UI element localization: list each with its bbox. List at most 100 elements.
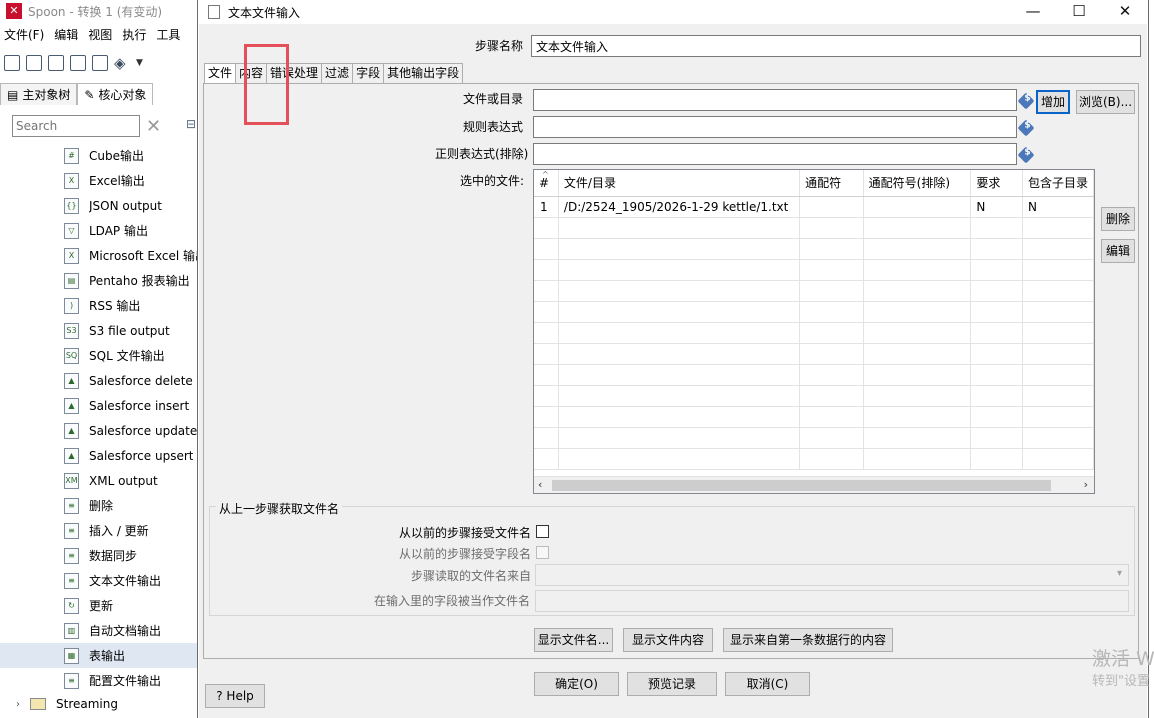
menu-run[interactable]: 执行 — [122, 26, 146, 46]
table-cell[interactable] — [970, 259, 1023, 281]
tree-item[interactable]: XM XML output — [0, 468, 200, 493]
tree-item[interactable]: X Microsoft Excel 输出 — [0, 243, 200, 268]
tree-item[interactable]: ≡ 配置文件输出 — [0, 668, 200, 693]
tree-item[interactable]: ▲ Salesforce insert — [0, 393, 200, 418]
show-first-row-content-button[interactable]: 显示来自第一条数据行的内容 — [723, 628, 893, 652]
tree-item[interactable]: ) RSS 输出 — [0, 293, 200, 318]
tree-item[interactable]: ▲ Salesforce delete — [0, 368, 200, 393]
table-row[interactable] — [534, 427, 1094, 449]
table-cell[interactable] — [558, 301, 801, 323]
column-header-include-subfolders[interactable]: 包含子目录 — [1022, 170, 1094, 197]
tab-filter[interactable]: 过滤 — [321, 63, 354, 84]
tree-item[interactable]: S3 S3 file output — [0, 318, 200, 343]
table-cell[interactable] — [1022, 385, 1094, 407]
table-cell[interactable] — [863, 448, 972, 470]
table-row[interactable] — [534, 385, 1094, 407]
table-cell[interactable] — [534, 448, 559, 470]
table-cell[interactable] — [534, 217, 559, 239]
table-cell[interactable] — [970, 343, 1023, 365]
step-source-select[interactable]: ▾ — [535, 564, 1129, 586]
minimize-icon[interactable]: — — [1010, 0, 1056, 22]
table-cell[interactable] — [799, 385, 864, 407]
table-cell[interactable] — [558, 427, 801, 449]
scrollbar-thumb[interactable] — [552, 480, 1051, 491]
table-cell[interactable] — [799, 238, 864, 260]
tree-item[interactable]: ▲ Salesforce upsert — [0, 443, 200, 468]
tree-item[interactable]: ↻ 更新 — [0, 593, 200, 618]
table-cell[interactable] — [534, 364, 559, 386]
table-cell[interactable] — [970, 448, 1023, 470]
table-cell[interactable] — [799, 406, 864, 428]
table-cell[interactable] — [1022, 343, 1094, 365]
table-cell[interactable] — [558, 364, 801, 386]
tab-core-objects[interactable]: ✎ 核心对象 — [77, 83, 154, 105]
table-cell[interactable] — [1022, 322, 1094, 344]
edit-button[interactable]: 编辑 — [1101, 239, 1135, 263]
tree-item[interactable]: SQ SQL 文件输出 — [0, 343, 200, 368]
table-cell[interactable] — [558, 406, 801, 428]
table-cell[interactable] — [534, 301, 559, 323]
table-cell[interactable]: N — [1022, 196, 1094, 218]
scroll-right-icon[interactable]: › — [1084, 478, 1088, 491]
table-cell[interactable] — [970, 217, 1023, 239]
table-row[interactable] — [534, 217, 1094, 239]
menu-view[interactable]: 视图 — [88, 26, 112, 46]
table-cell[interactable] — [863, 217, 972, 239]
close-icon[interactable]: ✕ — [1102, 0, 1148, 22]
table-cell[interactable] — [863, 385, 972, 407]
tree-item[interactable]: {} JSON output — [0, 193, 200, 218]
table-cell[interactable] — [799, 301, 864, 323]
tree-item[interactable]: ≡ 删除 — [0, 493, 200, 518]
table-cell[interactable] — [970, 280, 1023, 302]
table-cell[interactable] — [863, 427, 972, 449]
table-row[interactable] — [534, 280, 1094, 302]
browse-button[interactable]: 浏览(B)... — [1076, 90, 1135, 114]
table-row[interactable] — [534, 259, 1094, 281]
open-file-icon[interactable] — [26, 55, 42, 71]
add-button[interactable]: 增加 — [1036, 90, 1070, 114]
show-file-content-button[interactable]: 显示文件内容 — [623, 628, 713, 652]
table-cell[interactable] — [1022, 427, 1094, 449]
table-cell[interactable] — [970, 301, 1023, 323]
table-cell[interactable] — [970, 364, 1023, 386]
table-cell[interactable] — [970, 406, 1023, 428]
table-cell[interactable] — [534, 259, 559, 281]
table-cell[interactable] — [534, 322, 559, 344]
table-cell[interactable] — [970, 322, 1023, 344]
table-cell[interactable] — [534, 238, 559, 260]
table-cell[interactable] — [863, 301, 972, 323]
save-as-icon[interactable] — [92, 55, 108, 71]
search-input[interactable] — [12, 115, 140, 137]
tree-item[interactable]: ▦ 表输出 — [0, 643, 200, 668]
tab-additional-output-fields[interactable]: 其他输出字段 — [383, 63, 464, 84]
column-header-wildcard[interactable]: 通配符 — [799, 170, 864, 197]
collapse-all-icon[interactable]: ⊟ — [186, 117, 196, 131]
tree-item[interactable]: ▽ LDAP 输出 — [0, 218, 200, 243]
menu-file[interactable]: 文件(F) — [4, 26, 44, 46]
tree-item[interactable]: # Cube输出 — [0, 143, 200, 168]
table-cell[interactable] — [799, 322, 864, 344]
table-cell[interactable] — [863, 322, 972, 344]
chevron-down-icon[interactable]: ▼ — [136, 58, 143, 68]
table-cell[interactable] — [534, 427, 559, 449]
column-header-file[interactable]: 文件/目录 — [558, 170, 801, 197]
table-cell[interactable] — [799, 217, 864, 239]
selected-files-table[interactable]: ^ # 文件/目录 通配符 通配符号(排除) 要求 包含子目录 1/D:/252… — [533, 169, 1095, 494]
show-filenames-button[interactable]: 显示文件名... — [534, 628, 613, 652]
table-cell[interactable] — [1022, 448, 1094, 470]
table-row[interactable] — [534, 322, 1094, 344]
table-cell[interactable] — [799, 364, 864, 386]
preview-button[interactable]: 预览记录 — [627, 672, 717, 696]
cancel-button[interactable]: 取消(C) — [725, 672, 810, 696]
table-cell[interactable]: N — [970, 196, 1023, 218]
table-cell[interactable] — [1022, 406, 1094, 428]
tab-main-tree[interactable]: ▤ 主对象树 — [0, 83, 78, 105]
tree-item[interactable]: ▲ Salesforce update — [0, 418, 200, 443]
table-cell[interactable] — [799, 448, 864, 470]
tree-item[interactable]: ≡ 文本文件输出 — [0, 568, 200, 593]
table-row[interactable] — [534, 343, 1094, 365]
table-cell[interactable] — [799, 259, 864, 281]
step-name-input[interactable] — [531, 35, 1141, 57]
tab-fields[interactable]: 字段 — [352, 63, 385, 84]
column-header-required[interactable]: 要求 — [970, 170, 1023, 197]
